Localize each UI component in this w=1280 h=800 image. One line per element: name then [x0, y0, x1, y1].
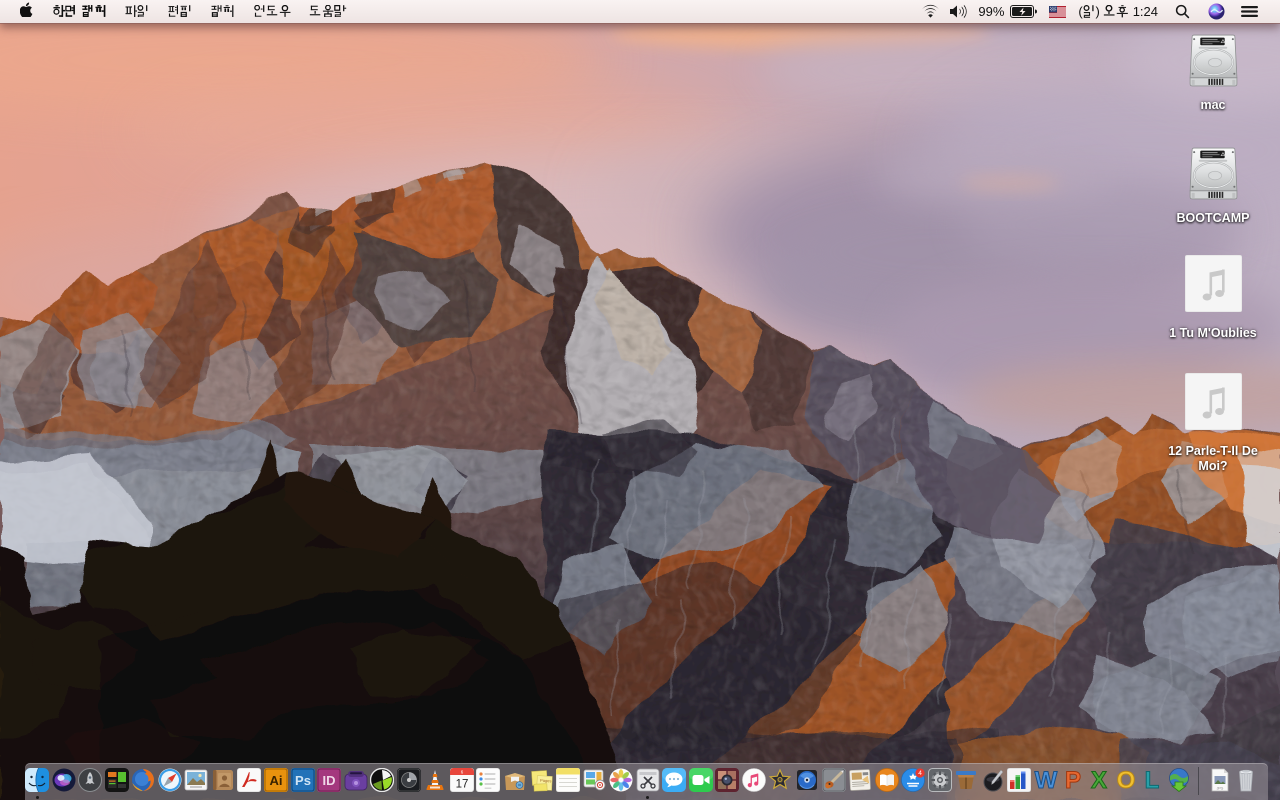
svg-text:L: L: [1145, 768, 1160, 792]
svg-text:Ps: Ps: [295, 773, 311, 788]
svg-text:17: 17: [455, 779, 468, 791]
svg-text:P: P: [1064, 768, 1080, 792]
svg-text:X: X: [1091, 768, 1107, 792]
svg-text:4: 4: [918, 770, 922, 777]
svg-text:JPG: JPG: [1217, 787, 1224, 791]
svg-text:Ai: Ai: [270, 773, 283, 788]
svg-text:W: W: [1035, 768, 1058, 792]
svg-text:Pages: Pages: [540, 778, 552, 784]
svg-text:ID: ID: [323, 773, 336, 788]
svg-text:O: O: [1116, 768, 1135, 792]
